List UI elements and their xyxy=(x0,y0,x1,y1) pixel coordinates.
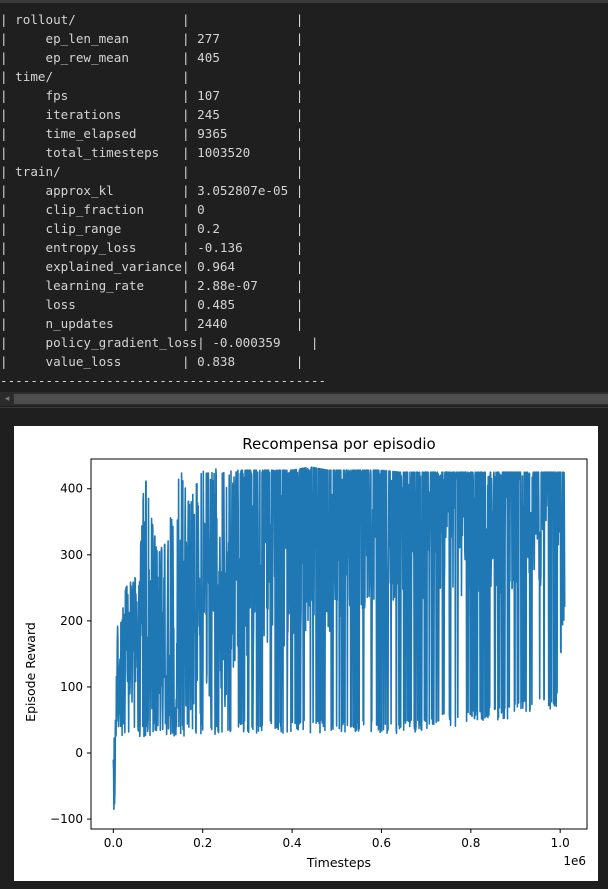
log-row: | loss | 0.485 | xyxy=(0,297,304,312)
log-value: 107 xyxy=(197,88,220,103)
log-value: -0.000359 xyxy=(212,335,281,350)
log-row: | iterations | 245 | xyxy=(0,107,304,122)
chart-title: Recompensa por episodio xyxy=(242,435,435,453)
y-tick-label: 400 xyxy=(60,482,83,496)
log-value: 277 xyxy=(197,31,220,46)
x-tick-label: 0.2 xyxy=(193,836,212,850)
chart-x-axis-label: Timesteps xyxy=(306,855,371,870)
log-key: learning_rate xyxy=(45,278,145,293)
log-value: 245 xyxy=(197,107,220,122)
log-key: value_loss xyxy=(45,354,122,369)
log-key: n_updates xyxy=(45,316,114,331)
cell-divider xyxy=(0,407,608,408)
log-key: clip_fraction xyxy=(45,202,145,217)
chart-x-offset-label: 1e6 xyxy=(563,854,586,868)
log-key: entropy_loss xyxy=(45,240,137,255)
log-row: | train/ | | xyxy=(0,164,304,179)
log-row: | ep_rew_mean | 405 | xyxy=(0,50,304,65)
training-log-output: | rollout/ | | | ep_len_mean | 277 | | ep_… xyxy=(0,10,326,390)
log-row: | n_updates | 2440 | xyxy=(0,316,304,331)
log-row: | clip_fraction | 0 | xyxy=(0,202,304,217)
log-key: train/ xyxy=(15,164,61,179)
log-key: policy_gradient_loss xyxy=(45,335,198,350)
log-key: fps xyxy=(45,88,69,103)
log-row: | ep_len_mean | 277 | xyxy=(0,31,304,46)
y-tick-label: 300 xyxy=(60,548,83,562)
log-row: | rollout/ | | xyxy=(0,12,304,27)
y-tick-label: 0 xyxy=(75,746,83,760)
log-key: rollout/ xyxy=(15,12,76,27)
x-tick-label: 0.6 xyxy=(372,836,391,850)
log-value: 9365 xyxy=(197,126,228,141)
horizontal-scrollbar[interactable]: ◂ xyxy=(0,392,608,406)
log-value: 0.838 xyxy=(197,354,236,369)
log-row: | fps | 107 | xyxy=(0,88,304,103)
log-key: time_elapsed xyxy=(45,126,137,141)
reward-series-line xyxy=(112,466,566,810)
log-value: 3.052807e-05 xyxy=(197,183,289,198)
x-tick-label: 0.4 xyxy=(283,836,302,850)
scroll-left-arrow-icon[interactable]: ◂ xyxy=(2,394,12,404)
log-row: | time/ | | xyxy=(0,69,304,84)
log-key: clip_range xyxy=(45,221,122,236)
reward-chart: Recompensa por episodio Timesteps Episod… xyxy=(23,435,588,870)
log-row: | value_loss | 0.838 | xyxy=(0,354,304,369)
log-value: 0.964 xyxy=(197,259,236,274)
log-key: ep_rew_mean xyxy=(45,50,129,65)
y-tick-label: 100 xyxy=(60,680,83,694)
log-value: 2.88e-07 xyxy=(197,278,258,293)
log-row: | total_timesteps | 1003520 | xyxy=(0,145,304,160)
scrollbar-thumb[interactable] xyxy=(14,394,608,404)
top-border xyxy=(0,0,608,3)
log-key: loss xyxy=(45,297,76,312)
y-tick-label: −100 xyxy=(50,812,83,826)
log-row: | entropy_loss | -0.136 | xyxy=(0,240,304,255)
log-row: | learning_rate | 2.88e-07 | xyxy=(0,278,304,293)
log-row: | time_elapsed | 9365 | xyxy=(0,126,304,141)
log-key: approx_kl xyxy=(45,183,114,198)
log-row: | explained_variance| 0.964 | xyxy=(0,259,304,274)
x-tick-label: 0.8 xyxy=(461,836,480,850)
x-tick-label: 1.0 xyxy=(551,836,570,850)
log-value: -0.136 xyxy=(197,240,243,255)
log-value: 0 xyxy=(197,202,205,217)
log-key: iterations xyxy=(45,107,122,122)
log-key: ep_len_mean xyxy=(45,31,129,46)
log-value: 2440 xyxy=(197,316,228,331)
plot-area: 0.0 0.2 0.4 0.6 0.8 1.0 −100 0 100 200 300 400 xyxy=(50,458,588,850)
log-value: 405 xyxy=(197,50,220,65)
log-row: | policy_gradient_loss| -0.000359 | xyxy=(0,335,319,350)
log-value: 0.2 xyxy=(197,221,220,236)
log-key: time/ xyxy=(15,69,54,84)
x-tick-label: 0.0 xyxy=(104,836,123,850)
log-value: 0.485 xyxy=(197,297,236,312)
log-row: | clip_range | 0.2 | xyxy=(0,221,304,236)
chart-y-axis-label: Episode Reward xyxy=(23,622,38,722)
log-key: explained_variance xyxy=(45,259,182,274)
log-separator: ----------------------------------------… xyxy=(0,373,327,388)
reward-chart-figure: Recompensa por episodio Timesteps Episod… xyxy=(14,426,598,881)
log-key: total_timesteps xyxy=(45,145,160,160)
log-value: 1003520 xyxy=(197,145,251,160)
log-row: | approx_kl | 3.052807e-05 | xyxy=(0,183,304,198)
y-tick-label: 200 xyxy=(60,614,83,628)
